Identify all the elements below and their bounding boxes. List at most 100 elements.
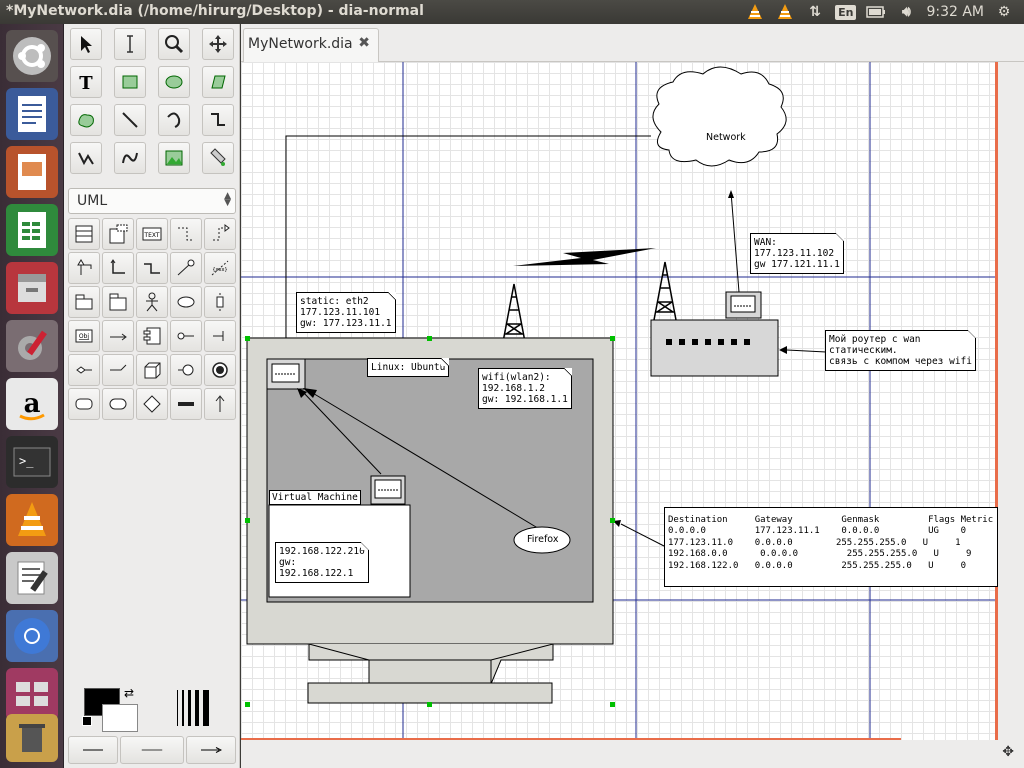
gear-icon[interactable]: ⚙ xyxy=(994,3,1014,21)
pointer-tool-icon[interactable] xyxy=(70,28,102,60)
uml-object-icon[interactable]: Obj xyxy=(68,320,100,352)
bezier-line-tool-icon[interactable] xyxy=(114,142,146,174)
chromium-icon[interactable] xyxy=(6,610,58,662)
uml-realizes-icon[interactable] xyxy=(204,218,236,250)
router-note[interactable]: Мой роутер с wan статическим. связь с ко… xyxy=(825,330,976,371)
uml-association-icon[interactable] xyxy=(102,252,134,284)
uml-activity-icon[interactable] xyxy=(102,388,134,420)
diagram-drawing xyxy=(241,62,998,740)
route-table-note[interactable]: Destination Gateway Genmask Flags Metric… xyxy=(664,507,998,587)
vlc-tray-icon[interactable] xyxy=(745,3,765,21)
toolbox-panel: T UML ▲ ▼ TEXT {xxx} Obj ⇄ xyxy=(64,24,240,768)
wifi-note[interactable]: wifi(wlan2): 192.168.1.2 gw: 192.168.1.1 xyxy=(478,368,572,409)
vlc-icon[interactable] xyxy=(6,494,58,546)
file-manager-icon[interactable] xyxy=(6,262,58,314)
amazon-icon[interactable]: a xyxy=(6,378,58,430)
terminal-icon[interactable]: >_ xyxy=(6,436,58,488)
sheet-selector[interactable]: UML ▲ ▼ xyxy=(68,188,236,214)
swap-colors-icon[interactable]: ⇄ xyxy=(124,686,134,700)
svg-text:TEXT: TEXT xyxy=(143,232,159,239)
tab-bar: MyNetwork.dia ✖ xyxy=(241,24,1024,62)
uml-dependency-icon[interactable] xyxy=(170,218,202,250)
uml-component-feature-icon[interactable] xyxy=(170,320,202,352)
static-note[interactable]: static: eth2 177.123.11.101 gw: 177.123.… xyxy=(296,292,396,333)
uml-note-icon[interactable]: TEXT xyxy=(136,218,168,250)
text-tool-icon[interactable]: T xyxy=(70,66,102,98)
libreoffice-writer-icon[interactable] xyxy=(6,88,58,140)
uml-final-state-icon[interactable] xyxy=(204,354,236,386)
uml-classicon-icon[interactable] xyxy=(68,354,100,386)
uml-small-package-icon[interactable] xyxy=(68,286,100,318)
vertical-scrollbar[interactable] xyxy=(998,62,1024,740)
default-colors-icon[interactable] xyxy=(82,716,92,726)
uml-constraint-icon[interactable]: {xxx} xyxy=(204,252,236,284)
uml-component-icon[interactable] xyxy=(136,320,168,352)
text-editor-icon[interactable] xyxy=(6,552,58,604)
text-cursor-tool-icon[interactable] xyxy=(114,28,146,60)
uml-implements-icon[interactable] xyxy=(170,252,202,284)
uml-actor-icon[interactable] xyxy=(136,286,168,318)
uml-transition-icon[interactable] xyxy=(204,388,236,420)
keyboard-layout-indicator[interactable]: En xyxy=(835,4,857,20)
network-transfer-icon[interactable]: ⇅ xyxy=(805,3,825,21)
uml-state-icon[interactable] xyxy=(68,388,100,420)
uml-large-package-icon[interactable] xyxy=(102,286,134,318)
uml-message-icon[interactable] xyxy=(102,320,134,352)
ubuntu-dash-icon[interactable] xyxy=(6,30,58,82)
background-color-swatch[interactable] xyxy=(102,704,138,732)
wan-note[interactable]: WAN: 177.123.11.102 gw 177.121.11.1 xyxy=(750,233,844,274)
box-tool-icon[interactable] xyxy=(114,66,146,98)
line-tool-icon[interactable] xyxy=(114,104,146,136)
uml-decision-icon[interactable] xyxy=(136,388,168,420)
uml-fork-icon[interactable] xyxy=(170,388,202,420)
zigzag-line-tool-icon[interactable] xyxy=(202,104,234,136)
horizontal-scrollbar[interactable]: ✥ xyxy=(241,740,1024,768)
uml-interface-icon[interactable] xyxy=(170,354,202,386)
uml-aggregation-icon[interactable] xyxy=(136,252,168,284)
libreoffice-calc-icon[interactable] xyxy=(6,204,58,256)
magnify-tool-icon[interactable] xyxy=(158,28,190,60)
navigate-icon[interactable]: ✥ xyxy=(1002,744,1014,760)
tab-mynetwork[interactable]: MyNetwork.dia ✖ xyxy=(243,28,379,62)
svg-text:>_: >_ xyxy=(19,454,34,468)
close-icon[interactable]: ✖ xyxy=(358,35,370,51)
clock[interactable]: 9:32 AM xyxy=(926,4,984,20)
sheet-selector-value: UML xyxy=(77,193,108,209)
vm-title[interactable]: Virtual Machine xyxy=(269,490,361,505)
polyline-tool-icon[interactable] xyxy=(70,142,102,174)
outline-tool-icon[interactable] xyxy=(202,142,234,174)
line-style-selector[interactable] xyxy=(120,736,184,764)
libreoffice-impress-icon[interactable] xyxy=(6,146,58,198)
ellipse-tool-icon[interactable] xyxy=(158,66,190,98)
uml-usecase-icon[interactable] xyxy=(170,286,202,318)
end-arrow-selector[interactable] xyxy=(186,736,236,764)
uml-branch-icon[interactable] xyxy=(102,354,134,386)
linux-note[interactable]: Linux: Ubuntu xyxy=(367,358,450,377)
trash-icon[interactable] xyxy=(6,714,58,762)
vm-note[interactable]: 192.168.122.210 gw: 192.168.122.1 xyxy=(275,542,369,583)
volume-icon[interactable]: 🔊︎ xyxy=(896,3,916,21)
battery-icon[interactable] xyxy=(866,3,886,21)
diagram-canvas[interactable]: Network WAN: 177.123.11.102 gw 177.121.1… xyxy=(241,62,998,740)
workspace-switcher-icon[interactable] xyxy=(6,668,58,720)
polygon-tool-icon[interactable] xyxy=(202,66,234,98)
start-arrow-selector[interactable] xyxy=(68,736,118,764)
system-settings-icon[interactable] xyxy=(6,320,58,372)
uml-generalization-icon[interactable] xyxy=(68,252,100,284)
line-width-selector[interactable] xyxy=(176,688,216,728)
window-title: *MyNetwork.dia (/home/hirurg/Desktop) - … xyxy=(6,3,424,19)
uml-3d-node-icon[interactable] xyxy=(136,354,168,386)
firefox-label[interactable]: Firefox xyxy=(527,534,558,545)
system-tray: ⇅ En 🔊︎ 9:32 AM ⚙ xyxy=(745,0,1024,24)
beziergon-tool-icon[interactable] xyxy=(70,104,102,136)
uml-node-icon[interactable] xyxy=(204,320,236,352)
top-panel: *MyNetwork.dia (/home/hirurg/Desktop) - … xyxy=(0,0,1024,24)
uml-lifeline-icon[interactable] xyxy=(204,286,236,318)
image-tool-icon[interactable] xyxy=(158,142,190,174)
uml-template-class-icon[interactable] xyxy=(102,218,134,250)
arc-tool-icon[interactable] xyxy=(158,104,190,136)
vlc-tray-icon[interactable] xyxy=(775,3,795,21)
cloud-label[interactable]: Network xyxy=(706,132,746,143)
uml-class-icon[interactable] xyxy=(68,218,100,250)
scroll-tool-icon[interactable] xyxy=(202,28,234,60)
